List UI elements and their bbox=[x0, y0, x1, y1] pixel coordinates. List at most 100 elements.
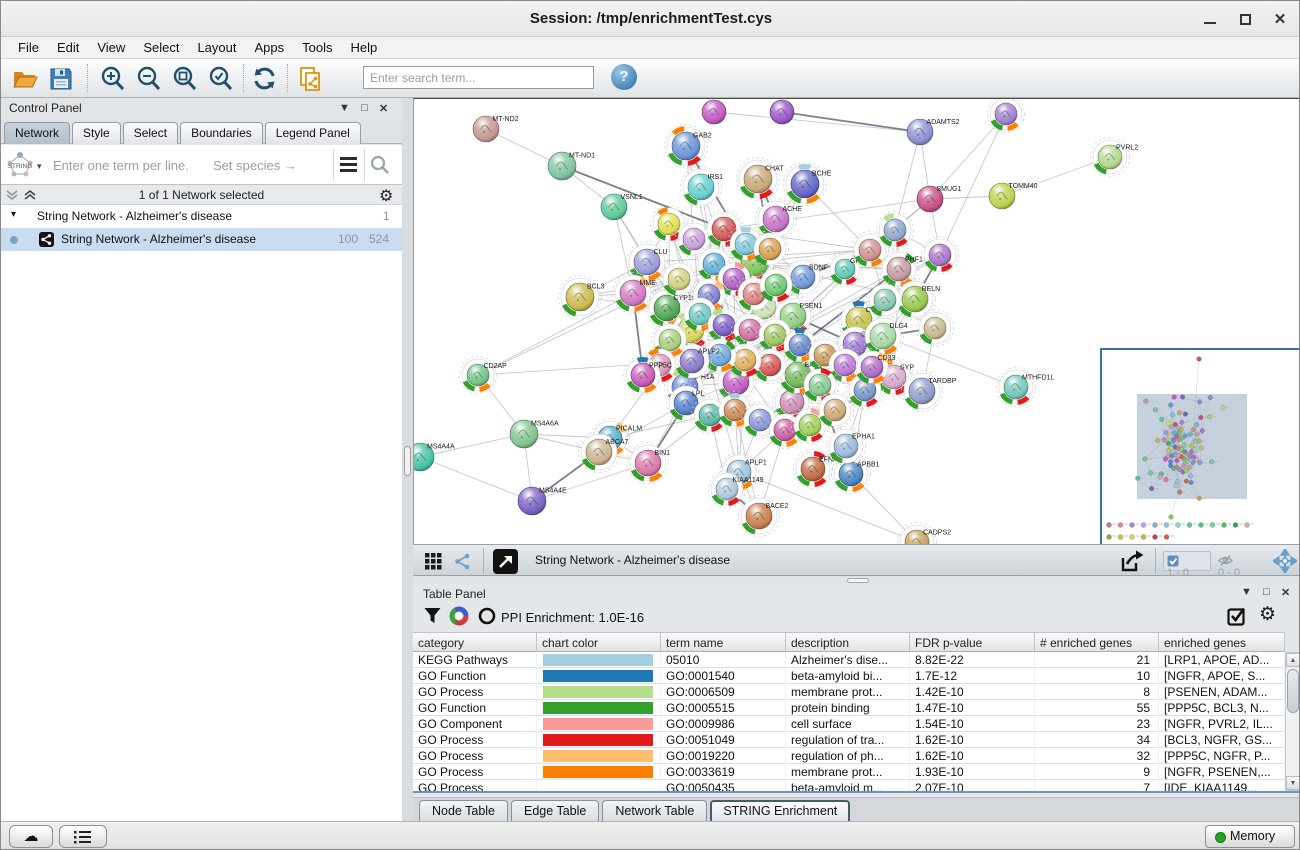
menu-item-edit[interactable]: Edit bbox=[48, 37, 88, 59]
tab-edge-table[interactable]: Edge Table bbox=[511, 800, 599, 821]
close-panel-icon[interactable]: ✕ bbox=[1281, 586, 1290, 599]
network-node-ms4a6a[interactable]: MS4A6A bbox=[510, 420, 559, 448]
tab-boundaries[interactable]: Boundaries bbox=[180, 122, 263, 144]
network-node-bace2[interactable]: BACE2 bbox=[739, 496, 789, 537]
table-settings-gear-icon[interactable]: ⚙ bbox=[1259, 603, 1276, 626]
share-view-icon[interactable] bbox=[453, 552, 472, 571]
network-node-chat[interactable]: CHAT bbox=[737, 158, 785, 201]
search-input[interactable] bbox=[363, 66, 594, 89]
network-node-mthfd1l[interactable]: MTHFD1L bbox=[997, 368, 1055, 407]
tab-network-table[interactable]: Network Table bbox=[602, 800, 707, 821]
network-canvas[interactable]: MT-ND2MT-ND1VSNL1GAB2IRS1CHATBCHEACHECLU… bbox=[413, 98, 1300, 544]
tab-style[interactable]: Style bbox=[72, 122, 121, 144]
tab-string-enrichment[interactable]: STRING Enrichment bbox=[710, 800, 850, 821]
network-node-cadps2[interactable]: CADPS2 bbox=[898, 523, 952, 546]
column-header-description[interactable]: description bbox=[786, 632, 910, 652]
network-node-gab2[interactable]: GAB2 bbox=[665, 125, 712, 168]
network-node-bin1[interactable]: BIN1 bbox=[628, 443, 671, 484]
column-header-category[interactable]: category bbox=[413, 632, 537, 652]
export-network-icon[interactable] bbox=[1119, 549, 1145, 574]
network-collection-row[interactable]: ▾ String Network - Alzheimer's disease 1 bbox=[1, 205, 402, 228]
zoom-selected-button[interactable] bbox=[207, 65, 235, 93]
table-row[interactable]: GO ProcessGO:0006509membrane prot...1.42… bbox=[413, 684, 1285, 700]
panel-menu-icon[interactable]: ▼ bbox=[1241, 586, 1252, 598]
panel-menu-icon[interactable]: ▼ bbox=[339, 102, 350, 114]
help-button[interactable]: ? bbox=[611, 64, 637, 90]
menu-item-layout[interactable]: Layout bbox=[188, 37, 245, 59]
string-dropdown-caret[interactable]: ▾ bbox=[37, 161, 42, 172]
menu-item-help[interactable]: Help bbox=[342, 37, 387, 59]
string-options-button[interactable] bbox=[338, 156, 360, 174]
network-node-cd2ap[interactable]: CD2AP bbox=[460, 357, 508, 394]
table-row[interactable]: GO ProcessGO:0019220regulation of ph...1… bbox=[413, 748, 1285, 764]
string-search-button[interactable] bbox=[369, 154, 391, 176]
column-header--enriched-genes[interactable]: # enriched genes bbox=[1035, 632, 1159, 652]
string-query-input[interactable] bbox=[51, 153, 206, 177]
table-row[interactable]: GO FunctionGO:0005515protein binding1.47… bbox=[413, 700, 1285, 716]
column-header-enriched-genes[interactable]: enriched genes bbox=[1159, 632, 1285, 652]
zoom-fit-button[interactable] bbox=[171, 65, 199, 93]
menu-item-view[interactable]: View bbox=[88, 37, 134, 59]
task-history-button[interactable] bbox=[59, 825, 107, 848]
close-panel-icon[interactable]: ✕ bbox=[379, 102, 388, 115]
tab-legend-panel[interactable]: Legend Panel bbox=[265, 122, 361, 144]
network-node-irs1[interactable]: IRS1 bbox=[681, 167, 724, 208]
network-node-tomm40[interactable]: TOMM40 bbox=[989, 183, 1038, 209]
close-button[interactable]: ✕ bbox=[1267, 11, 1293, 29]
tab-network[interactable]: Network bbox=[4, 122, 70, 144]
network-node[interactable] bbox=[770, 100, 794, 124]
network-row-selected[interactable]: String Network - Alzheimer's disease 100… bbox=[1, 228, 402, 251]
cloud-button[interactable]: ☁ bbox=[9, 825, 53, 848]
enrichment-chart-icon[interactable] bbox=[449, 606, 469, 626]
splitter-grip[interactable] bbox=[847, 578, 869, 583]
string-logo-icon[interactable]: STRING bbox=[3, 149, 37, 181]
scrollbar-thumb[interactable] bbox=[1287, 669, 1299, 713]
network-node-vsnl1[interactable]: VSNL1 bbox=[601, 194, 643, 220]
birdseye-toggle-button[interactable] bbox=[493, 549, 518, 574]
menu-item-file[interactable]: File bbox=[9, 37, 48, 59]
table-row[interactable]: GO ProcessGO:0051049regulation of tra...… bbox=[413, 732, 1285, 748]
menu-item-tools[interactable]: Tools bbox=[293, 37, 341, 59]
column-header-fdr-p-value[interactable]: FDR p-value bbox=[910, 632, 1035, 652]
tree-expander-icon[interactable]: ▾ bbox=[11, 209, 16, 220]
network-node-adamts2[interactable]: ADAMTS2 bbox=[907, 119, 960, 145]
menu-item-select[interactable]: Select bbox=[134, 37, 188, 59]
table-row[interactable]: GO ComponentGO:0009986cell surface1.54E-… bbox=[413, 716, 1285, 732]
pan-compass-icon[interactable] bbox=[1273, 549, 1297, 573]
grid-view-icon[interactable] bbox=[425, 553, 443, 570]
select-columns-icon[interactable] bbox=[1227, 606, 1248, 627]
network-node-bche[interactable]: BCHE bbox=[784, 163, 832, 206]
network-graph[interactable]: MT-ND2MT-ND1VSNL1GAB2IRS1CHATBCHEACHECLU… bbox=[414, 99, 1300, 545]
network-node-smug1[interactable]: SMUG1 bbox=[917, 186, 962, 212]
filter-icon[interactable] bbox=[423, 606, 443, 626]
table-row[interactable]: KEGG Pathways05010Alzheimer's dise...8.8… bbox=[413, 652, 1285, 668]
ring-chart-icon[interactable] bbox=[477, 606, 497, 626]
divider-grip[interactable] bbox=[404, 446, 411, 476]
table-scrollbar[interactable]: ▲ ▼ bbox=[1285, 652, 1300, 791]
save-session-button[interactable] bbox=[47, 65, 75, 93]
network-node-ms4a4e[interactable]: MS4A4E bbox=[518, 487, 567, 515]
scroll-up-button[interactable]: ▲ bbox=[1286, 653, 1300, 667]
tab-select[interactable]: Select bbox=[123, 122, 178, 144]
panel-splitter[interactable] bbox=[413, 576, 1300, 584]
network-node-ms4a4a[interactable]: MS4A4A bbox=[414, 443, 455, 471]
table-row[interactable]: GO FunctionGO:0001540beta-amyloid bi...1… bbox=[413, 668, 1285, 684]
memory-button[interactable]: Memory bbox=[1205, 825, 1295, 848]
open-session-button[interactable] bbox=[11, 65, 39, 93]
float-panel-icon[interactable]: □ bbox=[361, 102, 368, 114]
column-header-term-name[interactable]: term name bbox=[661, 632, 786, 652]
zoom-out-button[interactable] bbox=[135, 65, 163, 93]
panel-divider[interactable] bbox=[402, 98, 413, 821]
zoom-in-button[interactable] bbox=[99, 65, 127, 93]
menu-item-apps[interactable]: Apps bbox=[246, 37, 294, 59]
refresh-button[interactable] bbox=[251, 65, 279, 93]
minimize-button[interactable] bbox=[1197, 11, 1223, 29]
column-header-chart-color[interactable]: chart color bbox=[537, 632, 661, 652]
scroll-down-button[interactable]: ▼ bbox=[1286, 776, 1300, 790]
table-row[interactable]: GO ProcessGO:0050435beta-amyloid m...2.0… bbox=[413, 780, 1285, 791]
float-panel-icon[interactable]: □ bbox=[1263, 586, 1270, 598]
network-node-mt-nd2[interactable]: MT-ND2 bbox=[473, 116, 519, 142]
table-row[interactable]: GO ProcessGO:0033619membrane prot...1.93… bbox=[413, 764, 1285, 780]
network-options-gear-icon[interactable]: ⚙ bbox=[379, 186, 393, 206]
birdseye-view[interactable] bbox=[1101, 349, 1300, 545]
